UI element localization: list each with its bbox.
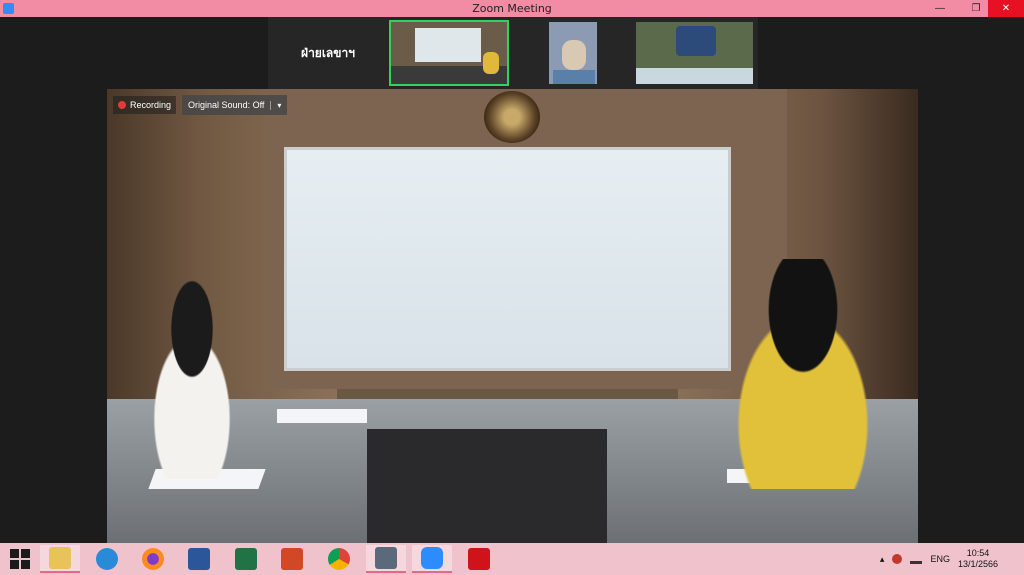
firefox-icon (142, 548, 164, 570)
clock-time: 10:54 (966, 548, 990, 558)
antivirus-icon[interactable] (892, 554, 903, 564)
contacts-icon (375, 547, 397, 569)
emblem-image (484, 91, 540, 143)
participant-right (722, 259, 902, 489)
file-explorer-icon (49, 547, 71, 569)
original-sound-toggle[interactable]: Original Sound: Off ▾ (182, 95, 288, 115)
gallery-strip: ฝ่ายเลขาฯ (268, 17, 758, 89)
windows-start-icon (10, 549, 30, 569)
start-button[interactable] (0, 545, 40, 573)
show-hidden-icons-icon[interactable]: ▴ (880, 554, 885, 565)
taskbar-excel[interactable] (226, 545, 266, 573)
taskbar-internet-explorer[interactable] (87, 545, 127, 573)
main-video[interactable]: Recording Original Sound: Off ▾ (107, 89, 918, 543)
whiteboard (284, 147, 731, 371)
taskbar-powerpoint[interactable] (272, 545, 312, 573)
taskbar-contacts[interactable] (366, 545, 406, 573)
thumbnail-whiteboard (415, 28, 481, 62)
original-sound-label: Original Sound: Off (188, 100, 265, 110)
chevron-down-icon[interactable]: ▾ (270, 100, 281, 110)
network-icon[interactable] (910, 554, 923, 564)
window-title: Zoom Meeting (472, 2, 552, 15)
taskbar-chrome[interactable] (319, 545, 359, 573)
excel-icon (235, 548, 257, 570)
recording-label: Recording (130, 100, 172, 110)
recording-indicator[interactable]: Recording (113, 96, 177, 114)
video-overlay-controls: Recording Original Sound: Off ▾ (113, 95, 288, 115)
table-center-gap (367, 429, 607, 543)
taskbar-clock[interactable]: 10:54 13/1/2566 (958, 548, 998, 570)
active-speaker-name: ฝ่ายเลขาฯ (301, 46, 355, 60)
windows-taskbar: ▴ ENG 10:54 13/1/2566 (0, 543, 1024, 575)
participant-thumbnail[interactable] (389, 20, 509, 86)
participant-left (127, 279, 257, 479)
participant-thumbnail[interactable] (634, 20, 755, 86)
window-titlebar: Zoom Meeting — ❐ ✕ (0, 0, 1024, 17)
system-tray: ▴ ENG 10:54 13/1/2566 (880, 543, 1024, 575)
thumbnail-person (562, 40, 586, 70)
thumbnail-shirt (553, 70, 595, 84)
restore-button[interactable]: ❐ (964, 0, 988, 17)
close-button[interactable]: ✕ (988, 0, 1024, 17)
internet-explorer-icon (96, 548, 118, 570)
thumbnail-person (483, 52, 499, 74)
powerpoint-icon (281, 548, 303, 570)
zoom-icon (421, 547, 443, 569)
clock-date: 13/1/2566 (957, 559, 998, 569)
participant-thumbnail[interactable] (547, 20, 599, 86)
recording-dot-icon (118, 101, 126, 109)
taskbar-zoom[interactable] (412, 545, 452, 573)
word-icon (188, 548, 210, 570)
chrome-icon (328, 548, 350, 570)
minimize-button[interactable]: — (928, 0, 952, 17)
thumbnail-table (636, 68, 753, 84)
meeting-stage: ฝ่ายเลขาฯ Recording Original Sound: Off … (0, 17, 1024, 543)
acrobat-icon (468, 548, 490, 570)
taskbar-acrobat[interactable] (459, 545, 499, 573)
document-paper (277, 409, 367, 423)
taskbar-firefox[interactable] (133, 545, 173, 573)
taskbar-word[interactable] (179, 545, 219, 573)
taskbar-file-explorer[interactable] (40, 545, 80, 573)
thumbnail-backdrop (676, 26, 716, 56)
language-indicator[interactable]: ENG (930, 554, 950, 564)
